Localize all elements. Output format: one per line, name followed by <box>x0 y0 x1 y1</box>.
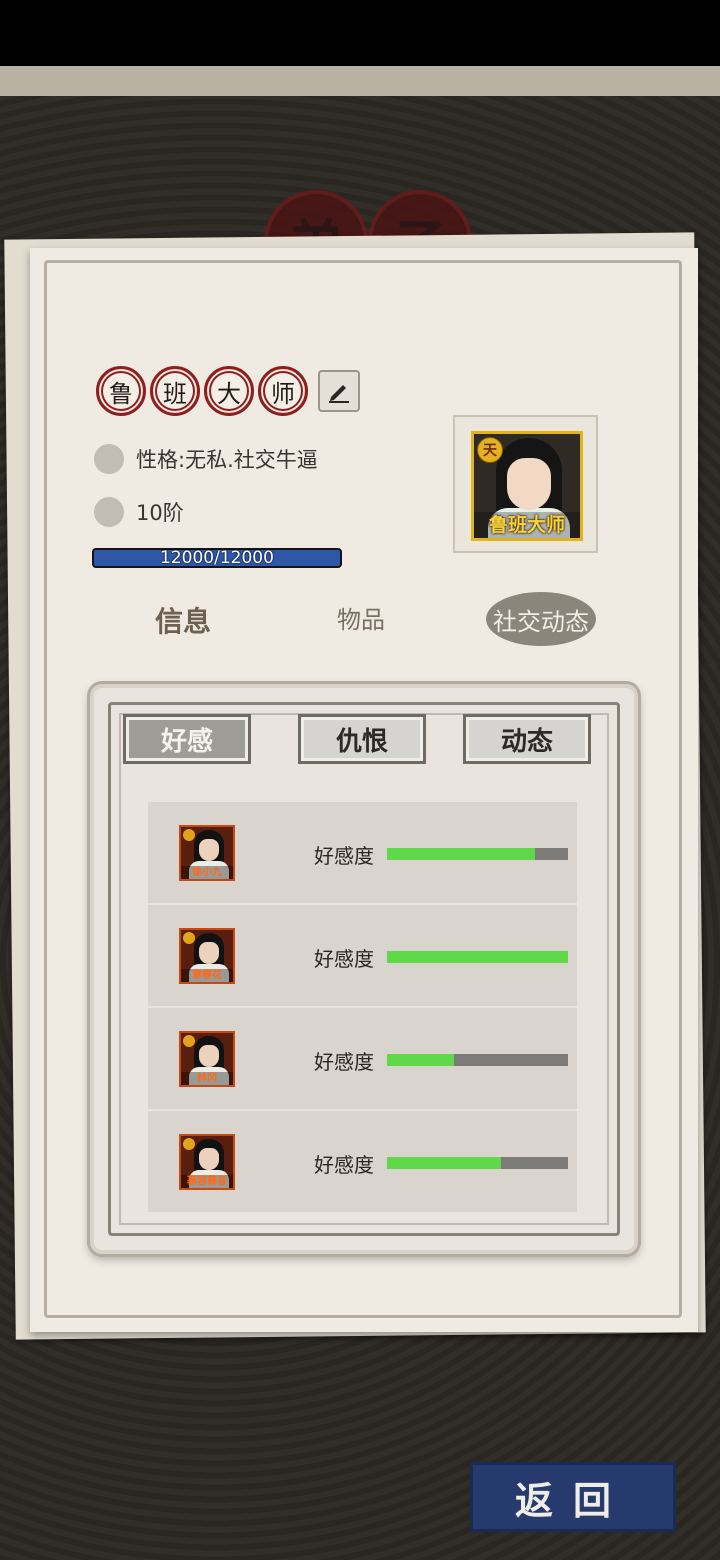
avatar: 章春花 <box>179 928 235 984</box>
character-portrait: 天 鲁班大师 <box>471 431 583 541</box>
subtab-dynamics[interactable]: 动态 <box>463 714 591 764</box>
pencil-icon <box>329 385 349 403</box>
list-item[interactable]: 慕容慕音 好感度 <box>148 1111 577 1212</box>
portrait-name: 鲁班大师 <box>474 512 580 538</box>
rank-badge-icon <box>183 1035 195 1047</box>
avatar-name: 徐小九 <box>181 866 233 879</box>
rank-badge: 天 <box>477 437 503 463</box>
hp-text: 12000/12000 <box>160 548 274 568</box>
subtab-hatred[interactable]: 仇恨 <box>298 714 426 764</box>
favor-bar <box>387 848 568 860</box>
name-char: 大 <box>204 366 254 416</box>
edit-name-button[interactable] <box>318 370 360 412</box>
rank-row: 10阶 <box>94 497 184 527</box>
avatar-name: 林冈 <box>181 1072 233 1085</box>
favor-fill <box>387 1157 502 1169</box>
name-char: 师 <box>258 366 308 416</box>
favor-bar <box>387 1054 568 1066</box>
personality-text: 性格:无私.社交牛逼 <box>136 448 318 472</box>
bullet-icon <box>94 444 124 474</box>
list-item[interactable]: 林冈 好感度 <box>148 1008 577 1109</box>
portrait-card[interactable]: 天 鲁班大师 <box>453 415 598 553</box>
avatar-name: 章春花 <box>181 969 233 982</box>
subtab-favor[interactable]: 好感 <box>123 714 251 764</box>
avatar-name: 慕容慕音 <box>181 1175 233 1188</box>
favor-bar <box>387 951 568 963</box>
avatar: 林冈 <box>179 1031 235 1087</box>
rank-badge-icon <box>183 932 195 944</box>
rank-text: 10阶 <box>136 501 184 525</box>
favor-fill <box>387 951 568 963</box>
favor-label: 好感度 <box>314 947 374 971</box>
status-bar <box>0 0 720 66</box>
name-char: 班 <box>150 366 200 416</box>
name-row: 鲁 班 大 师 <box>96 366 360 416</box>
bullet-icon <box>94 497 124 527</box>
favor-fill <box>387 848 536 860</box>
relation-list: 徐小九 好感度 章春花 好感度 林冈 好感度 慕容慕音 好感度 <box>148 802 577 1214</box>
favor-bar <box>387 1157 568 1169</box>
tab-social[interactable]: 社交动态 <box>486 592 596 646</box>
return-button[interactable]: 返回 <box>470 1462 676 1532</box>
avatar: 慕容慕音 <box>179 1134 235 1190</box>
tab-items[interactable]: 物品 <box>337 600 385 635</box>
list-item[interactable]: 章春花 好感度 <box>148 905 577 1006</box>
tab-info[interactable]: 信息 <box>155 600 211 640</box>
avatar: 徐小九 <box>179 825 235 881</box>
rank-badge-icon <box>183 1138 195 1150</box>
name-char: 鲁 <box>96 366 146 416</box>
favor-label: 好感度 <box>314 844 374 868</box>
list-item[interactable]: 徐小九 好感度 <box>148 802 577 903</box>
favor-label: 好感度 <box>314 1050 374 1074</box>
favor-label: 好感度 <box>314 1153 374 1177</box>
hp-bar: 12000/12000 <box>92 548 342 568</box>
rank-badge-icon <box>183 829 195 841</box>
personality-row: 性格:无私.社交牛逼 <box>94 444 318 474</box>
favor-fill <box>387 1054 454 1066</box>
